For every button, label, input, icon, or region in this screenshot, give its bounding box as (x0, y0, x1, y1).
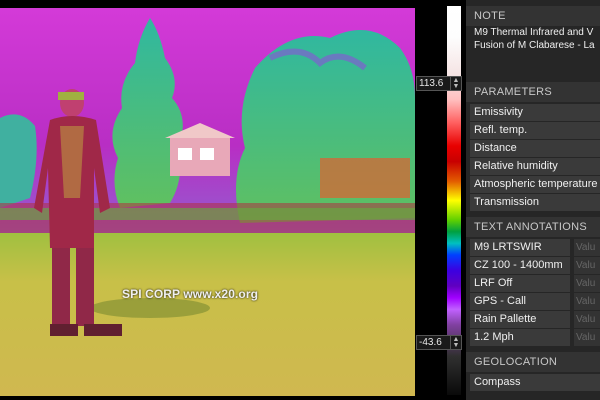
geo-compass[interactable]: Compass (470, 374, 600, 391)
annotation-value[interactable]: Valu (574, 239, 600, 256)
max-temp-value[interactable]: 113.6 (417, 78, 450, 89)
annotation-value[interactable]: Valu (574, 293, 600, 310)
annotation-label[interactable]: 1.2 Mph (470, 329, 570, 346)
properties-panel: NOTE M9 Thermal Infrared and V Fusion of… (466, 0, 600, 400)
annotation-value[interactable]: Valu (574, 275, 600, 292)
annotation-label[interactable]: M9 LRTSWIR (470, 239, 570, 256)
param-emissivity[interactable]: Emissivity (470, 104, 600, 121)
watermark-text: SPI CORP www.x20.org (122, 287, 259, 301)
param-transmission[interactable]: Transmission (470, 194, 600, 211)
geolocation-header: GEOLOCATION (466, 352, 600, 372)
min-temp-value[interactable]: -43.6 (417, 337, 450, 348)
spin-down-icon[interactable]: ▼ (451, 83, 461, 90)
note-header: NOTE (466, 6, 600, 26)
annotation-label[interactable]: CZ 100 - 1400mm (470, 257, 570, 274)
text-annotations-header: TEXT ANNOTATIONS (466, 217, 600, 237)
annotation-value[interactable]: Valu (574, 311, 600, 328)
annotation-value[interactable]: Valu (574, 329, 600, 346)
note-line-2: Fusion of M Clabarese - La (474, 40, 595, 51)
min-temp-spinner[interactable]: -43.6 ▲ ▼ (416, 335, 462, 350)
annotation-label[interactable]: Rain Pallette (470, 311, 570, 328)
annotation-value[interactable]: Valu (574, 257, 600, 274)
param-relative-humidity[interactable]: Relative humidity (470, 158, 600, 175)
spin-down-icon[interactable]: ▼ (451, 342, 461, 349)
param-distance[interactable]: Distance (470, 140, 600, 157)
annotation-label[interactable]: GPS - Call (470, 293, 570, 310)
parameters-header: PARAMETERS (466, 82, 600, 102)
annotation-label[interactable]: LRF Off (470, 275, 570, 292)
thermal-image-view[interactable]: SPI CORP www.x20.org (0, 8, 415, 396)
param-atmospheric-temperature[interactable]: Atmospheric temperature (470, 176, 600, 193)
note-line-1: M9 Thermal Infrared and V (474, 27, 594, 38)
param-refl-temp[interactable]: Refl. temp. (470, 122, 600, 139)
note-text[interactable]: M9 Thermal Infrared and V Fusion of M Cl… (474, 26, 600, 52)
max-temp-spinner[interactable]: 113.6 ▲ ▼ (416, 76, 462, 91)
spinner-arrows-icon[interactable]: ▲ ▼ (450, 77, 461, 90)
spinner-arrows-icon[interactable]: ▲ ▼ (450, 336, 461, 349)
